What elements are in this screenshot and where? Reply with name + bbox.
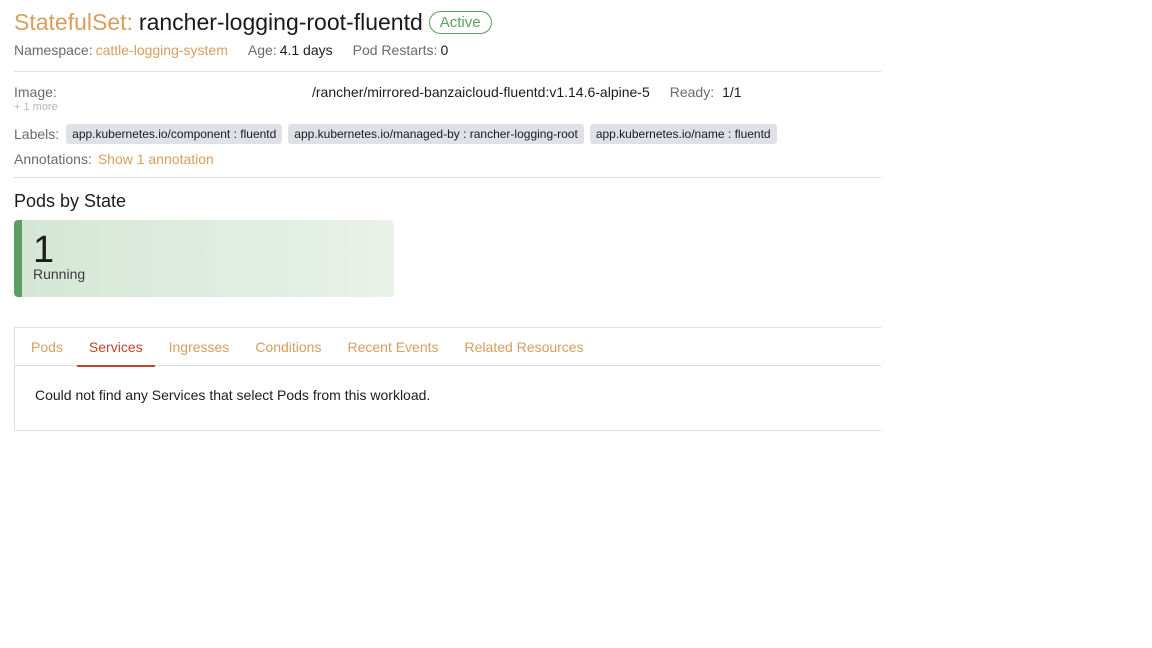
labels-row: Labels: app.kubernetes.io/component : fl… bbox=[14, 124, 881, 144]
tab-panel-message: Could not find any Services that select … bbox=[35, 387, 431, 403]
pods-by-state-title: Pods by State bbox=[14, 191, 127, 211]
tab-pods[interactable]: Pods bbox=[19, 328, 75, 366]
namespace-group: Namespace: cattle-logging-system bbox=[14, 42, 228, 58]
restarts-group: Pod Restarts: 0 bbox=[353, 42, 449, 58]
label-tag: app.kubernetes.io/managed-by : rancher-l… bbox=[288, 124, 584, 144]
tab-recent-events[interactable]: Recent Events bbox=[335, 328, 450, 366]
ready-label: Ready: bbox=[669, 84, 715, 100]
tab-services[interactable]: Services bbox=[76, 328, 155, 367]
namespace-link[interactable]: cattle-logging-system bbox=[96, 42, 228, 58]
title-row: StatefulSet: rancher-logging-root-fluent… bbox=[14, 8, 881, 36]
state-label: Running bbox=[33, 266, 86, 282]
namespace-label: Namespace: bbox=[14, 42, 93, 58]
annotations-row: Annotations: Show 1 annotation bbox=[14, 150, 881, 168]
resource-type: StatefulSet: bbox=[14, 9, 133, 35]
image-value: /rancher/mirrored-banzaicloud-fluentd:v1… bbox=[312, 84, 650, 100]
label-tag: app.kubernetes.io/name : fluentd bbox=[589, 124, 777, 144]
image-label: Image: bbox=[14, 84, 57, 100]
resource-tabs: Pods Services Ingresses Conditions Recen… bbox=[14, 327, 881, 431]
image-row: Image: /rancher/mirrored-banzaicloud-flu… bbox=[14, 83, 881, 101]
meta-row: Namespace: cattle-logging-system Age: 4.… bbox=[14, 41, 881, 59]
annotations-label: Annotations: bbox=[14, 151, 92, 167]
state-count: 1 bbox=[33, 229, 55, 271]
divider bbox=[14, 177, 881, 178]
tab-bar: Pods Services Ingresses Conditions Recen… bbox=[15, 328, 881, 367]
tab-related-resources[interactable]: Related Resources bbox=[453, 328, 596, 366]
tab-ingresses[interactable]: Ingresses bbox=[157, 328, 242, 366]
label-tag: app.kubernetes.io/component : fluentd bbox=[66, 124, 283, 144]
age-label: Age: bbox=[247, 42, 277, 58]
labels-label: Labels: bbox=[14, 126, 60, 142]
show-annotations-link[interactable]: Show 1 annotation bbox=[98, 151, 214, 167]
tab-conditions[interactable]: Conditions bbox=[243, 328, 333, 366]
divider bbox=[14, 71, 881, 72]
age-group: Age: 4.1 days bbox=[248, 42, 333, 58]
restarts-label: Pod Restarts: bbox=[352, 42, 438, 58]
workload-detail: StatefulSet: rancher-logging-root-fluent… bbox=[14, 8, 881, 431]
pod-state-card: 1 Running bbox=[14, 220, 394, 297]
status-badge: Active bbox=[428, 10, 492, 34]
age-value: 4.1 days bbox=[279, 42, 333, 58]
ready-value: 1/1 bbox=[722, 84, 742, 100]
page: StatefulSet: rancher-logging-root-fluent… bbox=[0, 8, 1152, 648]
more-images-link[interactable]: + 1 more bbox=[14, 101, 881, 115]
state-color-bar bbox=[14, 220, 22, 297]
restarts-value: 0 bbox=[440, 42, 449, 58]
resource-name: rancher-logging-root-fluentd bbox=[138, 9, 423, 35]
